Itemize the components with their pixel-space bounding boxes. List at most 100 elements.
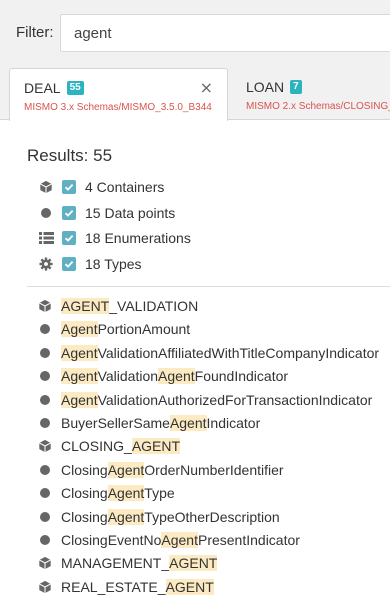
dot-icon bbox=[38, 486, 52, 500]
result-item[interactable]: CLOSING_AGENT bbox=[38, 436, 181, 456]
type-filter-row[interactable]: 18 Enumerations bbox=[38, 228, 191, 248]
dot-icon bbox=[38, 393, 52, 407]
match-highlight: Agent bbox=[61, 344, 98, 361]
type-filter-checkbox[interactable] bbox=[62, 205, 76, 220]
dot-icon bbox=[38, 369, 52, 383]
result-text-part: ValidationAffiliatedWithTitleCompanyIndi… bbox=[97, 344, 380, 361]
result-item-label: AgentValidationAffiliatedWithTitleCompan… bbox=[61, 344, 380, 361]
dot-icon bbox=[38, 510, 52, 524]
result-item[interactable]: AgentValidationAuthorizedForTransactionI… bbox=[38, 390, 372, 410]
match-highlight: Agent bbox=[169, 415, 207, 431]
result-item[interactable]: AgentPortionAmount bbox=[38, 319, 190, 339]
tab-deal-count-badge: 55 bbox=[66, 81, 84, 95]
tab-loan-subtitle: MISMO 2.x Schemas/CLOSING_ bbox=[246, 101, 390, 112]
result-item-label: MANAGEMENT_AGENT bbox=[61, 555, 218, 572]
match-highlight: Agent bbox=[107, 485, 145, 502]
cube-icon bbox=[38, 299, 52, 313]
cube-icon bbox=[38, 439, 52, 453]
result-item-label: CLOSING_AGENT bbox=[61, 438, 181, 455]
result-text-part: BuyerSellerSame bbox=[61, 415, 170, 431]
result-text-part: _VALIDATION bbox=[109, 298, 199, 314]
result-item-label: AgentValidationAgentFoundIndicator bbox=[61, 368, 289, 385]
result-text-part: FoundIndicator bbox=[194, 368, 289, 385]
dot-icon bbox=[38, 205, 54, 221]
type-filter-checkbox[interactable] bbox=[62, 180, 76, 194]
type-filter-row[interactable]: 15 Data points bbox=[38, 203, 175, 223]
match-highlight: Agent bbox=[61, 368, 98, 385]
result-text-part: Type bbox=[144, 485, 175, 502]
result-item-label: ClosingEventNoAgentPresentIndicator bbox=[61, 532, 300, 548]
type-filter-label: 18 Enumerations bbox=[85, 230, 191, 246]
result-item-label: ClosingAgentOrderNumberIdentifier bbox=[61, 461, 284, 478]
result-item-label: ClosingAgentType bbox=[61, 485, 175, 502]
match-highlight: Agent bbox=[107, 461, 145, 478]
result-item[interactable]: AgentValidationAgentFoundIndicator bbox=[38, 366, 288, 386]
match-highlight: Agent bbox=[107, 508, 145, 525]
result-item[interactable]: AgentValidationAffiliatedWithTitleCompan… bbox=[38, 343, 379, 363]
result-text-part: OrderNumberIdentifier bbox=[144, 461, 284, 478]
match-highlight: Agent bbox=[61, 321, 98, 338]
type-filter-label: 18 Types bbox=[85, 255, 142, 272]
filter-label: Filter: bbox=[16, 24, 54, 41]
dot-icon bbox=[38, 346, 52, 360]
divider bbox=[27, 286, 390, 287]
cube-icon bbox=[38, 580, 52, 594]
result-item-label: AgentValidationAuthorizedForTransactionI… bbox=[61, 391, 373, 408]
tab-loan-count-badge: 7 bbox=[290, 80, 302, 94]
match-highlight: AGENT bbox=[169, 555, 218, 572]
dot-icon bbox=[38, 416, 52, 430]
result-text-part: Validation bbox=[97, 368, 159, 385]
result-text-part: TypeOtherDescription bbox=[144, 508, 280, 525]
result-item[interactable]: AGENT_VALIDATION bbox=[38, 296, 198, 316]
result-text-part: PresentIndicator bbox=[197, 532, 300, 548]
type-filter-checkbox[interactable] bbox=[62, 256, 76, 271]
result-text-part: REAL_ESTATE_ bbox=[61, 578, 166, 595]
result-item[interactable]: REAL_ESTATE_AGENT bbox=[38, 577, 214, 597]
result-item[interactable]: BuyerSellerSameAgentIndicator bbox=[38, 413, 260, 433]
result-item[interactable]: ClosingEventNoAgentPresentIndicator bbox=[38, 530, 300, 550]
type-filter-row[interactable]: 4 Containers bbox=[38, 177, 164, 197]
match-highlight: Agent bbox=[158, 368, 195, 385]
result-item-label: BuyerSellerSameAgentIndicator bbox=[61, 415, 260, 431]
dot-icon bbox=[38, 533, 52, 547]
cube-icon bbox=[38, 179, 54, 195]
result-item-label: ClosingAgentTypeOtherDescription bbox=[61, 508, 280, 525]
dot-icon bbox=[38, 322, 52, 336]
match-highlight: AGENT bbox=[61, 298, 110, 314]
tab-deal[interactable]: DEAL 55 MISMO 3.x Schemas/MISMO_3.5.0_B3… bbox=[9, 68, 228, 121]
result-text-part: Indicator bbox=[206, 415, 261, 431]
result-item[interactable]: MANAGEMENT_AGENT bbox=[38, 553, 218, 573]
tab-loan-title: LOAN bbox=[246, 79, 285, 95]
result-text-part: CLOSING_ bbox=[61, 438, 132, 455]
match-highlight: AGENT bbox=[131, 438, 181, 455]
match-highlight: Agent bbox=[61, 391, 98, 408]
result-text-part: MANAGEMENT_ bbox=[61, 555, 170, 572]
result-text-part: Closing bbox=[61, 508, 108, 525]
result-item-label: AGENT_VALIDATION bbox=[61, 298, 198, 314]
type-filter-label: 4 Containers bbox=[85, 179, 165, 195]
result-item[interactable]: ClosingAgentType bbox=[38, 483, 175, 503]
dot-icon bbox=[38, 463, 52, 477]
type-filter-row[interactable]: 18 Types bbox=[38, 254, 142, 274]
result-item[interactable]: ClosingAgentOrderNumberIdentifier bbox=[38, 460, 284, 480]
result-item-label: REAL_ESTATE_AGENT bbox=[61, 578, 214, 595]
tab-loan[interactable]: LOAN 7 MISMO 2.x Schemas/CLOSING_ bbox=[236, 68, 390, 120]
results-count: Results: 55 bbox=[27, 146, 113, 165]
result-text-part: Closing bbox=[61, 485, 108, 502]
result-item[interactable]: ClosingAgentTypeOtherDescription bbox=[38, 507, 280, 527]
filter-bar: Filter: bbox=[0, 0, 390, 68]
match-highlight: Agent bbox=[161, 532, 198, 548]
type-filter-label: 15 Data points bbox=[85, 204, 176, 221]
type-filter-checkbox[interactable] bbox=[62, 231, 76, 245]
tab-deal-subtitle: MISMO 3.x Schemas/MISMO_3.5.0_B344 bbox=[24, 102, 212, 113]
filter-input[interactable] bbox=[60, 14, 390, 52]
result-text-part: ValidationAuthorizedForTransactionIndica… bbox=[97, 391, 373, 408]
result-text-part: Closing bbox=[61, 461, 108, 478]
tab-deal-title: DEAL bbox=[24, 80, 61, 96]
tab-close-icon[interactable]: × bbox=[200, 78, 213, 97]
gear-icon bbox=[38, 256, 54, 272]
result-text-part: ClosingEventNo bbox=[61, 532, 162, 548]
cube-icon bbox=[38, 556, 52, 570]
result-item-label: AgentPortionAmount bbox=[61, 321, 190, 338]
match-highlight: AGENT bbox=[165, 578, 214, 595]
